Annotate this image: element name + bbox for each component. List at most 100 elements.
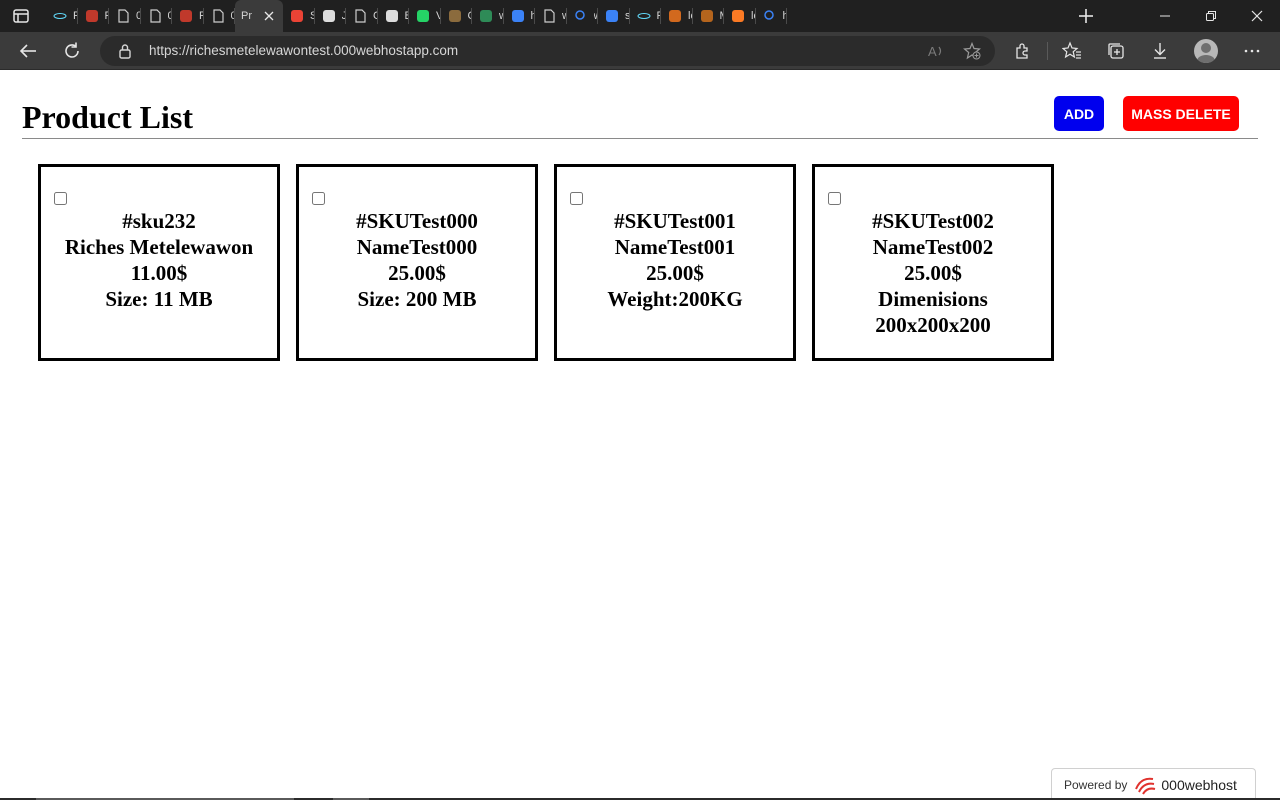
read-aloud-icon[interactable]: A bbox=[927, 42, 945, 60]
github-icon bbox=[384, 8, 400, 24]
lock-icon[interactable] bbox=[118, 43, 132, 59]
page-icon bbox=[115, 8, 131, 24]
restore-button[interactable] bbox=[1188, 0, 1234, 32]
react-icon bbox=[52, 8, 68, 24]
refresh-icon[interactable] bbox=[61, 40, 83, 62]
minimize-button[interactable] bbox=[1142, 0, 1188, 32]
browser-tab[interactable]: 0( bbox=[109, 0, 141, 32]
gmail-icon bbox=[289, 8, 305, 24]
product-sku: #SKUTest000 bbox=[356, 209, 478, 233]
page-header: Product List ADD MASS DELETE bbox=[22, 71, 1258, 139]
browser-tab[interactable]: 0( bbox=[141, 0, 172, 32]
browser-tab[interactable]: w bbox=[535, 0, 567, 32]
browser-tab[interactable]: Ju bbox=[315, 0, 346, 32]
page-icon bbox=[352, 8, 368, 24]
tab-list: RFi0(0(Fi0(PrSJuCBVCwhwwstPlcMlch bbox=[46, 0, 787, 32]
bottle-icon bbox=[699, 8, 715, 24]
product-sku: #SKUTest002 bbox=[872, 209, 994, 233]
browser-tab[interactable]: Fi bbox=[78, 0, 109, 32]
add-favorite-icon[interactable] bbox=[963, 42, 981, 60]
whatsapp-icon bbox=[415, 8, 431, 24]
product-sku: #sku232 bbox=[122, 209, 196, 233]
000webhost-logo-icon bbox=[1135, 777, 1156, 795]
notion-icon bbox=[321, 8, 337, 24]
product-price: 25.00$ bbox=[388, 261, 446, 285]
browser-tab[interactable]: C bbox=[441, 0, 472, 32]
tab-actions-icon[interactable] bbox=[12, 7, 30, 25]
sails-icon bbox=[667, 8, 683, 24]
search-icon bbox=[762, 8, 778, 24]
profile-icon bbox=[1197, 43, 1215, 63]
favorites-icon[interactable] bbox=[1062, 41, 1082, 61]
browser-tab[interactable]: lc bbox=[724, 0, 756, 32]
product-card: #SKUTest001 NameTest001 25.00$ Weight:20… bbox=[554, 164, 796, 361]
toolbar-separator bbox=[1047, 42, 1048, 60]
xampp-icon bbox=[730, 8, 746, 24]
product-attribute: Size: 200 MB bbox=[357, 287, 477, 311]
profile-avatar[interactable] bbox=[1194, 39, 1218, 63]
cv-icon bbox=[604, 8, 620, 24]
delete-checkbox[interactable] bbox=[312, 192, 325, 205]
product-card: #sku232 Riches Metelewawon 11.00$ Size: … bbox=[38, 164, 280, 361]
product-price: 25.00$ bbox=[646, 261, 704, 285]
browser-tab[interactable]: B bbox=[378, 0, 409, 32]
restore-icon bbox=[1206, 11, 1216, 21]
browser-tab[interactable]: lc bbox=[661, 0, 693, 32]
address-toolbar: https://richesmetelewawontest.000webhost… bbox=[0, 32, 1280, 70]
address-bar[interactable]: https://richesmetelewawontest.000webhost… bbox=[100, 36, 995, 66]
extensions-icon[interactable] bbox=[1013, 41, 1033, 61]
browser-tab[interactable]: C bbox=[346, 0, 378, 32]
browser-tab[interactable]: w bbox=[472, 0, 504, 32]
page-title: Product List bbox=[22, 99, 193, 135]
delete-checkbox[interactable] bbox=[570, 192, 583, 205]
page-icon bbox=[147, 8, 163, 24]
browser-tab[interactable]: w bbox=[567, 0, 598, 32]
close-tab-icon[interactable] bbox=[261, 8, 277, 24]
browser-tab[interactable]: 0( bbox=[204, 0, 235, 32]
product-price: 25.00$ bbox=[904, 261, 962, 285]
new-tab-icon[interactable] bbox=[1076, 6, 1096, 26]
web-page: Product List ADD MASS DELETE #sku232 Ric… bbox=[0, 71, 1280, 800]
powered-by-badge[interactable]: Powered by 000webhost bbox=[1051, 768, 1256, 800]
browser-tab[interactable]: st bbox=[598, 0, 630, 32]
product-attribute: Dimenisions bbox=[878, 287, 988, 311]
product-grid: #sku232 Riches Metelewawon 11.00$ Size: … bbox=[38, 164, 1054, 361]
tab-title: h bbox=[782, 10, 788, 22]
collections-icon[interactable] bbox=[1106, 41, 1126, 61]
delete-checkbox[interactable] bbox=[828, 192, 841, 205]
figma-icon bbox=[84, 8, 100, 24]
page-icon bbox=[210, 8, 226, 24]
delete-checkbox[interactable] bbox=[54, 192, 67, 205]
browser-tab[interactable]: h bbox=[504, 0, 535, 32]
product-name: Riches Metelewawon bbox=[64, 235, 254, 259]
product-name: NameTest002 bbox=[872, 235, 994, 259]
figma-icon bbox=[178, 8, 194, 24]
browser-tab[interactable]: Pr bbox=[235, 0, 283, 32]
more-options-icon[interactable] bbox=[1242, 41, 1262, 61]
browser-tab[interactable]: Fi bbox=[172, 0, 204, 32]
downloads-icon[interactable] bbox=[1150, 41, 1170, 61]
browser-tab[interactable]: P bbox=[630, 0, 661, 32]
back-arrow-icon[interactable] bbox=[17, 40, 39, 62]
mass-delete-button[interactable]: MASS DELETE bbox=[1123, 96, 1239, 131]
powered-by-label: Powered by bbox=[1064, 777, 1128, 792]
browser-tab[interactable]: S bbox=[283, 0, 315, 32]
add-button[interactable]: ADD bbox=[1054, 96, 1104, 131]
bing-icon bbox=[510, 8, 526, 24]
product-card: #SKUTest002 NameTest002 25.00$ Dimenisio… bbox=[812, 164, 1054, 361]
wellfound-icon bbox=[478, 8, 494, 24]
close-window-button[interactable] bbox=[1234, 0, 1280, 32]
search-icon bbox=[573, 8, 589, 24]
codechef-icon bbox=[447, 8, 463, 24]
browser-tab[interactable]: R bbox=[46, 0, 78, 32]
browser-tab-strip: RFi0(0(Fi0(PrSJuCBVCwhwwstPlcMlch bbox=[0, 0, 1280, 32]
product-sku: #SKUTest001 bbox=[614, 209, 736, 233]
browser-tab[interactable]: V bbox=[409, 0, 441, 32]
minimize-icon bbox=[1160, 15, 1170, 17]
tab-title: Pr bbox=[241, 10, 252, 22]
browser-tab[interactable]: M bbox=[693, 0, 724, 32]
browser-tab[interactable]: h bbox=[756, 0, 788, 32]
close-icon bbox=[1251, 10, 1263, 22]
product-price: 11.00$ bbox=[130, 261, 188, 285]
url-text[interactable]: https://richesmetelewawontest.000webhost… bbox=[149, 43, 458, 58]
